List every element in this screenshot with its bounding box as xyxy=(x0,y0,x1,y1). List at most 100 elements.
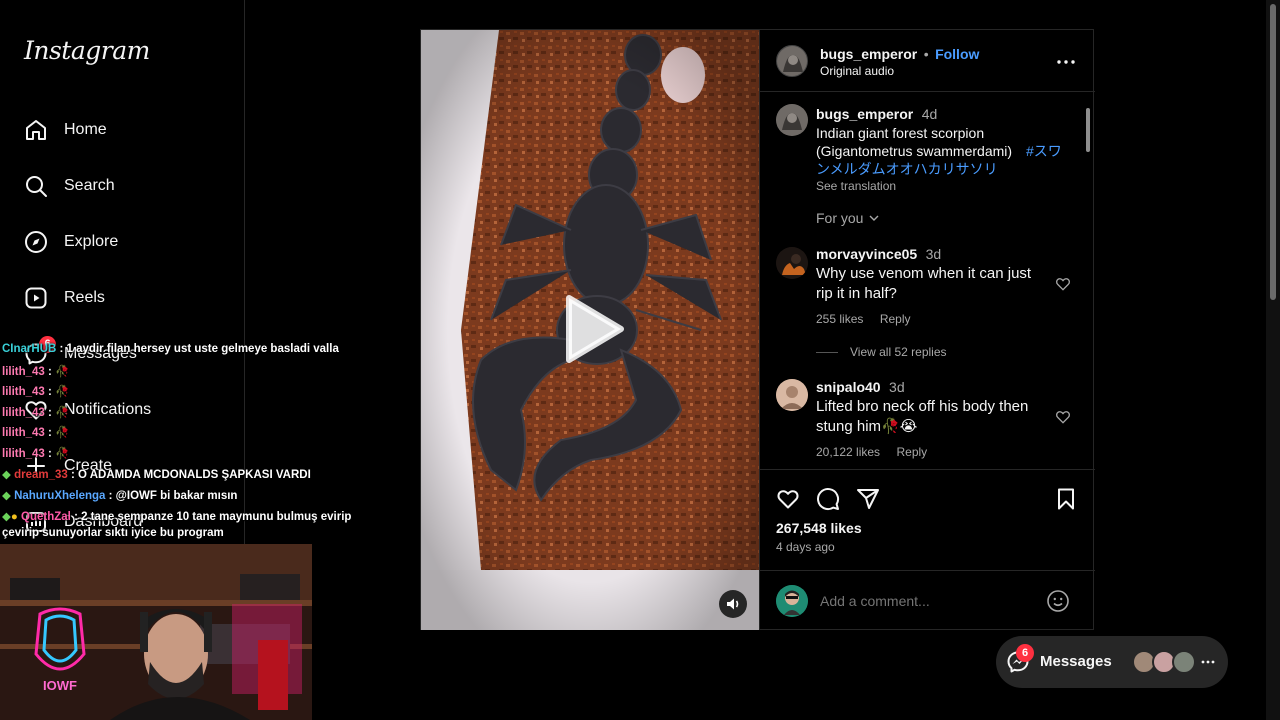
sidebar-item-search[interactable]: Search xyxy=(24,166,224,206)
follow-button[interactable]: Follow xyxy=(935,46,979,62)
comment-likes[interactable]: 255 likes xyxy=(816,312,863,326)
speaker-icon xyxy=(727,598,739,610)
see-translation-link[interactable]: See translation xyxy=(816,179,1066,193)
avatar-image xyxy=(776,379,808,411)
post-header: bugs_emperor • Follow Original audio xyxy=(760,30,1095,92)
chat-username: lilith_43 xyxy=(2,448,45,460)
add-comment-bar xyxy=(760,570,1095,630)
chat-text: : 2 tane şempanze 10 tane maymunu bulmuş… xyxy=(74,511,352,523)
sidebar-item-reels[interactable]: Reels xyxy=(24,278,224,318)
chat-username: QuethZal xyxy=(21,511,71,523)
mute-button[interactable] xyxy=(719,590,747,618)
view-replies-label: View all 52 replies xyxy=(850,345,947,359)
compass-icon xyxy=(25,231,47,253)
reply-button[interactable]: Reply xyxy=(880,312,911,326)
comment-icon[interactable] xyxy=(816,487,840,511)
sidebar-item-explore[interactable]: Explore xyxy=(24,222,224,262)
post-actions: 267,548 likes 4 days ago xyxy=(760,470,1095,570)
chat-message: çevirip sunuyorlar sıktı iyice bu progra… xyxy=(2,527,224,539)
comment-avatar[interactable] xyxy=(776,379,808,411)
emoji-icon[interactable] xyxy=(1046,589,1070,613)
chat-username: lilith_43 xyxy=(2,407,45,419)
comment-time: 3d xyxy=(889,379,905,395)
chat-message: ◆● QuethZal : 2 tane şempanze 10 tane ma… xyxy=(2,509,351,523)
comment-username[interactable]: morvayvince05 xyxy=(816,246,917,262)
avatar-image xyxy=(776,104,808,136)
chat-message: ◆ NahuruXhelenga : @IOWF bi bakar mısın xyxy=(2,488,237,502)
more-options-icon[interactable] xyxy=(1056,52,1076,72)
chat-badge-icon: ◆ xyxy=(2,490,11,502)
author-avatar[interactable] xyxy=(776,45,808,77)
reply-button[interactable]: Reply xyxy=(897,445,928,459)
comment-avatar[interactable] xyxy=(776,247,808,279)
replies-divider xyxy=(816,351,838,353)
chat-message: lilith_43 : 🥀 xyxy=(2,405,69,419)
chat-text: : 🥀 xyxy=(48,386,70,398)
caption-avatar[interactable] xyxy=(776,104,808,136)
chat-text: : 🥀 xyxy=(48,366,70,378)
play-icon[interactable] xyxy=(561,294,625,364)
like-heart-icon[interactable] xyxy=(776,487,800,511)
messages-floating-button[interactable]: 6 Messages xyxy=(996,636,1228,688)
chat-message: CInarHUB : 1 aydir filan hersey ust uste… xyxy=(2,343,339,355)
chat-username: lilith_43 xyxy=(2,366,45,378)
comment-text: Lifted bro neck off his body then stung … xyxy=(816,398,1029,435)
webcam-frame: IOWF xyxy=(0,544,312,720)
chat-message: lilith_43 : 🥀 xyxy=(2,446,69,460)
share-icon[interactable] xyxy=(856,487,880,511)
page-scroll-thumb[interactable] xyxy=(1270,4,1276,300)
chat-message: lilith_43 : 🥀 xyxy=(2,384,69,398)
caption-username[interactable]: bugs_emperor xyxy=(816,106,913,122)
chat-badge-icon: ◆ xyxy=(2,469,11,481)
author-username[interactable]: bugs_emperor xyxy=(820,46,917,62)
chat-message: lilith_43 : 🥀 xyxy=(2,364,69,378)
caption-text: Indian giant forest scorpion (Gigantomet… xyxy=(816,125,1013,159)
chat-text: : 🥀 xyxy=(48,407,70,419)
comment-username[interactable]: snipalo40 xyxy=(816,379,881,395)
like-comment-heart-icon[interactable] xyxy=(1055,276,1071,292)
add-comment-input[interactable] xyxy=(820,591,1030,611)
like-comment-heart-icon[interactable] xyxy=(1055,409,1071,425)
chat-text: : 🥀 xyxy=(48,427,70,439)
more-dots-icon xyxy=(1201,660,1215,664)
comment-sort-dropdown[interactable]: For you xyxy=(816,210,880,226)
reels-icon xyxy=(25,287,47,309)
sidebar-item-label: Home xyxy=(64,121,107,138)
sidebar-item-label: Reels xyxy=(64,289,105,306)
chat-badge-icon: ◆ xyxy=(2,511,11,523)
post-video[interactable] xyxy=(421,30,759,630)
page-scrollbar[interactable] xyxy=(1266,0,1280,720)
comment-text: Why use venom when it can just rip it in… xyxy=(816,265,1032,302)
separator-dot: • xyxy=(923,46,929,62)
chevron-down-icon xyxy=(869,215,879,221)
chat-text: : O ADAMDA MCDONALDS ŞAPKASI VARDI xyxy=(70,469,311,481)
chat-badge-icon: ● xyxy=(10,511,18,523)
view-replies-button[interactable]: View all 52 replies xyxy=(816,345,947,359)
search-icon xyxy=(26,176,47,197)
chat-username: CInarHUB xyxy=(2,343,57,355)
post-dialog: bugs_emperor • Follow Original audio bug… xyxy=(420,29,1095,630)
comments-scrollbar[interactable] xyxy=(1086,96,1093,466)
instagram-logo[interactable]: Instagram xyxy=(24,36,150,65)
current-user-avatar[interactable] xyxy=(776,585,808,617)
avatar-image xyxy=(776,247,808,279)
home-icon xyxy=(26,120,46,140)
comments-list[interactable]: bugs_emperor 4d Indian giant forest scor… xyxy=(760,92,1095,470)
original-audio-link[interactable]: Original audio xyxy=(820,64,894,78)
likes-count[interactable]: 267,548 likes xyxy=(776,520,862,536)
chat-username: lilith_43 xyxy=(2,427,45,439)
chat-text: : 1 aydir filan hersey ust uste gelmeye … xyxy=(59,343,339,355)
post-date: 4 days ago xyxy=(776,540,835,554)
chat-avatar xyxy=(1172,650,1196,674)
avatar-image xyxy=(776,585,808,617)
chat-username: dream_33 xyxy=(14,469,68,481)
recent-chats-avatars xyxy=(1132,650,1196,674)
comments-scroll-thumb[interactable] xyxy=(1086,108,1090,152)
chat-text: : 🥀 xyxy=(48,448,70,460)
sidebar-item-home[interactable]: Home xyxy=(24,110,224,150)
chat-username: lilith_43 xyxy=(2,386,45,398)
chat-text: : @IOWF bi bakar mısın xyxy=(108,490,238,502)
comment-likes[interactable]: 20,122 likes xyxy=(816,445,880,459)
save-bookmark-icon[interactable] xyxy=(1054,487,1078,511)
chat-username: NahuruXhelenga xyxy=(14,490,106,502)
